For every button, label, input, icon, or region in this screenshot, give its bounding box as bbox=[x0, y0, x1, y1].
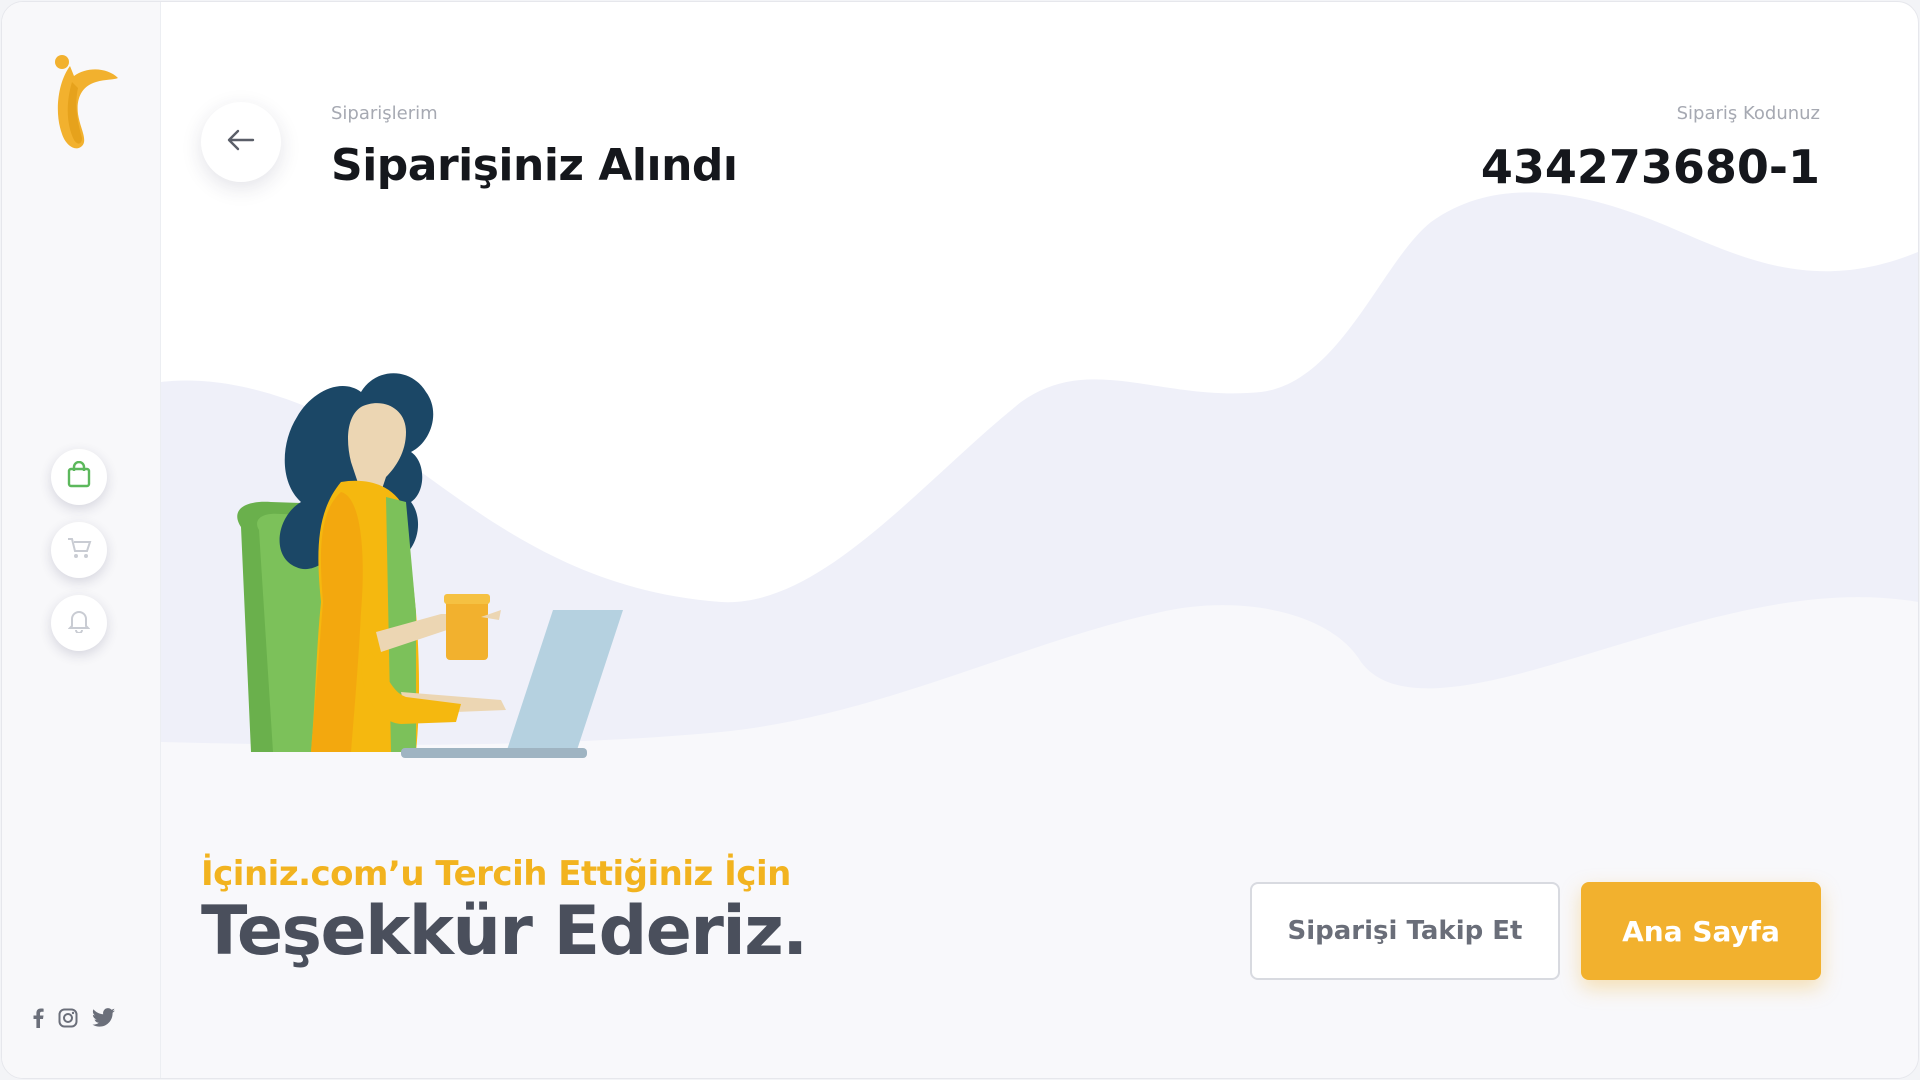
sidebar-item-orders[interactable] bbox=[51, 449, 107, 505]
sidebar bbox=[2, 2, 161, 1078]
thanks-title: Teşekkür Ederiz. bbox=[201, 892, 808, 971]
back-button[interactable] bbox=[201, 102, 281, 182]
facebook-icon[interactable] bbox=[32, 1008, 44, 1028]
order-code-label: Sipariş Kodunuz bbox=[1676, 103, 1820, 124]
page-title: Siparişiniz Alındı bbox=[331, 140, 738, 191]
order-code-value: 434273680-1 bbox=[1480, 140, 1820, 194]
sidebar-item-cart[interactable] bbox=[51, 522, 107, 578]
bell-icon bbox=[67, 609, 91, 637]
sidebar-item-notifications[interactable] bbox=[51, 595, 107, 651]
thanks-subtitle: İçiniz.com’u Tercih Ettiğiniz İçin bbox=[201, 854, 791, 894]
breadcrumb[interactable]: Siparişlerim bbox=[331, 103, 438, 124]
instagram-icon[interactable] bbox=[58, 1008, 78, 1028]
woman-at-laptop-illustration bbox=[237, 373, 623, 758]
home-button[interactable]: Ana Sayfa bbox=[1581, 882, 1821, 980]
brand-logo[interactable] bbox=[48, 52, 120, 154]
track-order-button[interactable]: Siparişi Takip Et bbox=[1250, 882, 1560, 980]
twitter-icon[interactable] bbox=[92, 1008, 116, 1028]
cart-icon bbox=[66, 536, 92, 564]
shopping-bag-icon bbox=[66, 460, 92, 493]
social-links bbox=[32, 1008, 116, 1028]
app-window: Siparişlerim Siparişiniz Alındı Sipariş … bbox=[1, 1, 1919, 1079]
main-content: Siparişlerim Siparişiniz Alındı Sipariş … bbox=[161, 2, 1918, 1078]
arrow-left-icon bbox=[227, 129, 255, 155]
